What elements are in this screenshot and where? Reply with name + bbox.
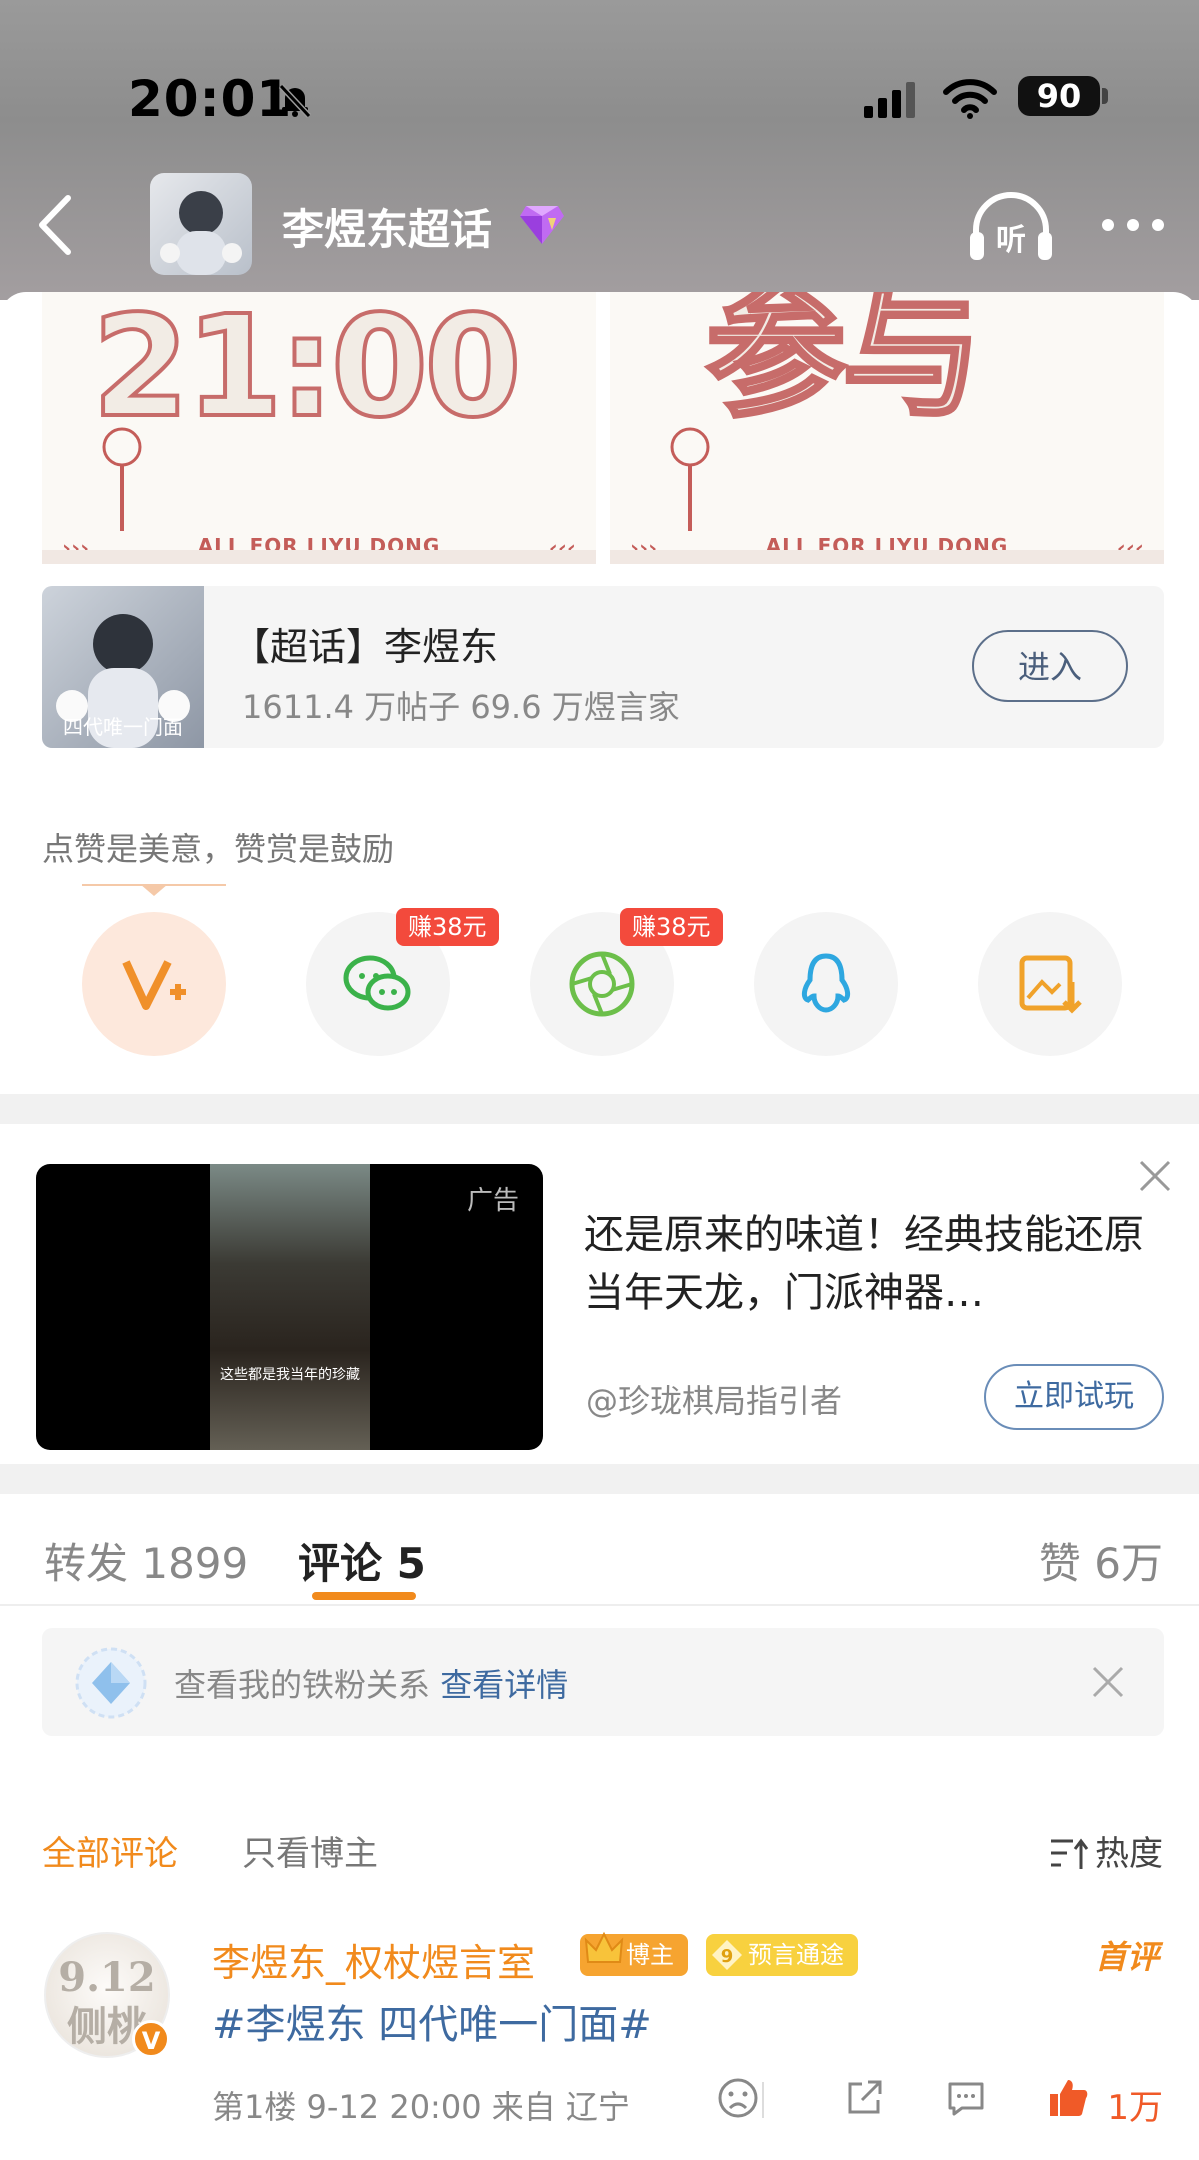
- share-qq-button[interactable]: [754, 912, 898, 1056]
- more-options-icon[interactable]: [1098, 215, 1168, 235]
- iron-fan-label: 查看我的铁粉关系: [174, 1666, 431, 1704]
- crown-icon: [584, 1931, 624, 1963]
- microphone-icon: [102, 427, 142, 531]
- comment-text[interactable]: #李煜东 四代唯一门面#: [212, 1992, 652, 2050]
- reply-comment-icon[interactable]: [944, 2076, 988, 2120]
- blogger-badge-label: 博主: [626, 1941, 674, 1969]
- page-title: 李煜东超话: [282, 205, 493, 254]
- tab-comment[interactable]: 评论 5: [298, 1530, 426, 1591]
- try-now-button[interactable]: 立即试玩: [984, 1364, 1164, 1430]
- advertisement[interactable]: 这些都是我当年的珍藏 广告 还是原来的味道！经典技能还原当年天龙，门派神器… @…: [0, 1124, 1199, 1464]
- battery-indicator: 90: [1018, 76, 1100, 116]
- status-bar: 20:01 90: [0, 60, 1199, 132]
- svg-text:9: 9: [721, 1946, 734, 1967]
- nav-bar: 李煜东超话 听: [0, 170, 1199, 280]
- thumbs-up-icon[interactable]: [1046, 2076, 1090, 2120]
- banner-left-text: 21:00: [90, 292, 524, 451]
- sort-icon: [1051, 1838, 1089, 1869]
- microphone-icon-right: [670, 427, 710, 531]
- blogger-badge: 博主: [580, 1931, 688, 1976]
- battery-tip: [1102, 88, 1108, 104]
- tab-repost[interactable]: 转发 1899: [44, 1530, 248, 1591]
- ad-author[interactable]: @珍珑棋局指引者: [586, 1376, 842, 1422]
- status-time: 20:01: [128, 70, 293, 128]
- ad-label: 广告: [466, 1186, 519, 1216]
- ad-video-caption: 这些都是我当年的珍藏: [220, 1367, 360, 1383]
- header-background: 20:01 90 李煜东超话 听: [0, 0, 1199, 300]
- first-comment-badge: 首评: [1094, 1938, 1159, 1976]
- qq-penguin-icon: [801, 953, 851, 1013]
- vplus-icon: [122, 960, 186, 1010]
- banner-image-right[interactable]: 参与 ››› ALL FOR LIYU DONG ‹‹‹: [610, 292, 1164, 564]
- sort-label: 热度: [1095, 1834, 1163, 1874]
- ad-headline[interactable]: 还是原来的味道！经典技能还原当年天龙，门派神器…: [584, 1206, 1144, 1322]
- back-arrow-icon[interactable]: [30, 190, 80, 260]
- tab-like[interactable]: 赞 6万: [1039, 1530, 1163, 1591]
- prophecy-badge: 9 预言通途: [706, 1934, 858, 1976]
- avatar-portrait-icon: [160, 191, 242, 275]
- comment-item[interactable]: 9.12 侧桃 V 李煜东_权杖煜言室 博主 9 预言通途 首评 #李煜东 四代…: [0, 1931, 1199, 2160]
- wechat-earn-badge: 赚38元: [396, 908, 499, 946]
- banner-left-footer: ALL FOR LIYU DONG: [197, 534, 441, 558]
- mute-bell-icon: [278, 83, 312, 119]
- moments-earn-badge: 赚38元: [620, 908, 723, 946]
- reward-pointer: [140, 884, 168, 896]
- image-download-icon: [1019, 955, 1082, 1014]
- sort-by-heat[interactable]: 热度: [1049, 1826, 1163, 1875]
- wechat-icon: [343, 955, 411, 1011]
- thumbnail-caption: 四代唯一门面: [63, 715, 183, 739]
- commenter-name[interactable]: 李煜东_权杖煜言室: [212, 1932, 535, 1987]
- post-content: 21:00 ››› ALL FOR LIYU DONG ‹‹‹ 参与 ››› A…: [0, 292, 1199, 2160]
- reward-vplus-button[interactable]: [82, 912, 226, 1056]
- ad-video[interactable]: 这些都是我当年的珍藏 广告: [36, 1164, 543, 1450]
- filter-all-comments[interactable]: 全部评论: [42, 1826, 178, 1875]
- close-icon[interactable]: [1137, 1158, 1173, 1194]
- share-icon[interactable]: [842, 2076, 886, 2120]
- verified-badge-icon: V: [132, 2020, 170, 2058]
- interaction-tabs: 转发 1899 评论 5 赞 6万: [0, 1494, 1199, 1606]
- comment-like-count: 1万: [1107, 2088, 1163, 2128]
- comment-meta: 第1楼 9-12 20:00 来自 辽宁: [212, 2088, 630, 2126]
- iron-fan-banner[interactable]: 查看我的铁粉关系 查看详情: [42, 1628, 1164, 1736]
- listen-label: 听: [996, 223, 1026, 258]
- super-topic-stats: 1611.4 万帖子 69.6 万煜言家: [242, 688, 680, 726]
- banner-left-arrows-right: ‹‹‹: [548, 537, 576, 562]
- view-details-link[interactable]: 查看详情: [440, 1666, 568, 1704]
- cellular-signal-icon: [864, 82, 915, 118]
- wifi-icon: [943, 79, 997, 119]
- iron-fan-text: 查看我的铁粉关系 查看详情: [174, 1660, 568, 1706]
- close-icon[interactable]: [1090, 1664, 1126, 1700]
- listen-headphones-icon[interactable]: 听: [968, 190, 1054, 264]
- save-image-button[interactable]: [978, 912, 1122, 1056]
- reward-prompt: 点赞是美意，赞赏是鼓励: [42, 830, 395, 868]
- banner-right-text: 参与: [704, 292, 984, 439]
- banner-right-arrows-right: ‹‹‹: [1116, 537, 1144, 562]
- enter-topic-button[interactable]: 进入: [972, 630, 1128, 702]
- super-topic-card[interactable]: 四代唯一门面 【超话】李煜东 1611.4 万帖子 69.6 万煜言家 进入: [42, 586, 1164, 748]
- diamond-badge-icon: [520, 206, 564, 244]
- filter-owner-only[interactable]: 只看博主: [242, 1826, 378, 1875]
- banner-image-left[interactable]: 21:00 ››› ALL FOR LIYU DONG ‹‹‹: [42, 292, 596, 564]
- super-topic-thumbnail: 四代唯一门面: [42, 586, 204, 748]
- level-9-icon: 9: [712, 1940, 742, 1970]
- ad-video-frame: 这些都是我当年的珍藏: [210, 1164, 370, 1450]
- topic-avatar[interactable]: [150, 173, 252, 275]
- moments-aperture-icon: [569, 951, 635, 1017]
- prophecy-badge-label: 预言通途: [748, 1941, 844, 1969]
- dislike-face-icon[interactable]: [716, 2076, 760, 2120]
- share-actions: 赚38元 赚38元: [0, 908, 1199, 1072]
- super-topic-title: 【超话】李煜东: [232, 625, 499, 669]
- iron-fan-diamond-icon: [75, 1647, 147, 1719]
- banner-right-footer: ALL FOR LIYU DONG: [765, 534, 1009, 558]
- action-separator: [762, 2082, 764, 2118]
- section-divider: [0, 1094, 1199, 1124]
- post-image-banner[interactable]: 21:00 ››› ALL FOR LIYU DONG ‹‹‹ 参与 ››› A…: [42, 292, 1164, 564]
- section-divider-2: [0, 1464, 1199, 1494]
- active-tab-indicator: [312, 1592, 416, 1600]
